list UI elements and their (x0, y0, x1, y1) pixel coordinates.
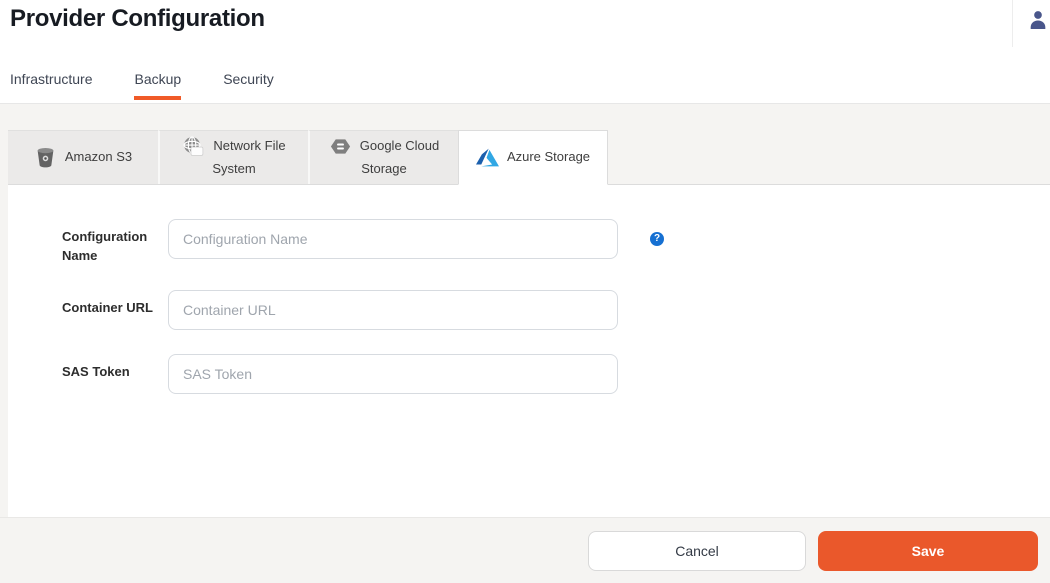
provider-tab-label: Google Cloud Storage (360, 138, 440, 176)
main-nav-tabs: Infrastructure Backup Security (10, 71, 274, 103)
form-row-configuration-name: Configuration Name ? (62, 219, 1050, 266)
provider-tab-label: Amazon S3 (65, 149, 132, 164)
header-divider (1012, 0, 1013, 47)
configuration-name-input[interactable] (168, 219, 618, 259)
configuration-name-label: Configuration Name (62, 219, 154, 266)
azure-storage-icon (476, 146, 499, 169)
provider-tab-azure-storage[interactable]: Azure Storage (458, 130, 608, 185)
provider-tab-google-cloud-storage[interactable]: Google Cloud Storage (308, 130, 458, 184)
cancel-button[interactable]: Cancel (588, 531, 806, 571)
provider-tab-label: Azure Storage (507, 149, 590, 164)
container-url-label: Container URL (62, 290, 154, 330)
tab-backup[interactable]: Backup (134, 71, 181, 103)
form-row-sas-token: SAS Token (62, 354, 1050, 394)
provider-tab-label: Network File System (212, 138, 285, 176)
provider-tab-amazon-s3[interactable]: Amazon S3 (8, 130, 158, 184)
network-file-system-icon (182, 135, 205, 158)
sas-token-label: SAS Token (62, 354, 154, 394)
container-url-input[interactable] (168, 290, 618, 330)
page-content: Amazon S3 Network File System (0, 104, 1050, 583)
page-header: Provider Configuration Infrastructure Ba… (0, 0, 1050, 104)
page-title: Provider Configuration (10, 5, 265, 33)
form-row-container-url: Container URL (62, 290, 1050, 330)
tab-infrastructure[interactable]: Infrastructure (10, 71, 92, 103)
tab-security[interactable]: Security (223, 71, 274, 103)
form-footer: Cancel Save (0, 517, 1050, 583)
google-cloud-storage-icon (329, 135, 352, 158)
provider-form-panel: Configuration Name ? Container URL SAS T… (8, 185, 1050, 517)
person-icon (1028, 16, 1048, 33)
provider-tab-network-file-system[interactable]: Network File System (158, 130, 308, 184)
save-button[interactable]: Save (818, 531, 1038, 571)
user-account-button[interactable] (1028, 9, 1048, 29)
sas-token-input[interactable] (168, 354, 618, 394)
amazon-s3-icon (34, 146, 57, 169)
provider-tabs: Amazon S3 Network File System (8, 130, 1050, 185)
help-icon[interactable]: ? (650, 232, 664, 246)
